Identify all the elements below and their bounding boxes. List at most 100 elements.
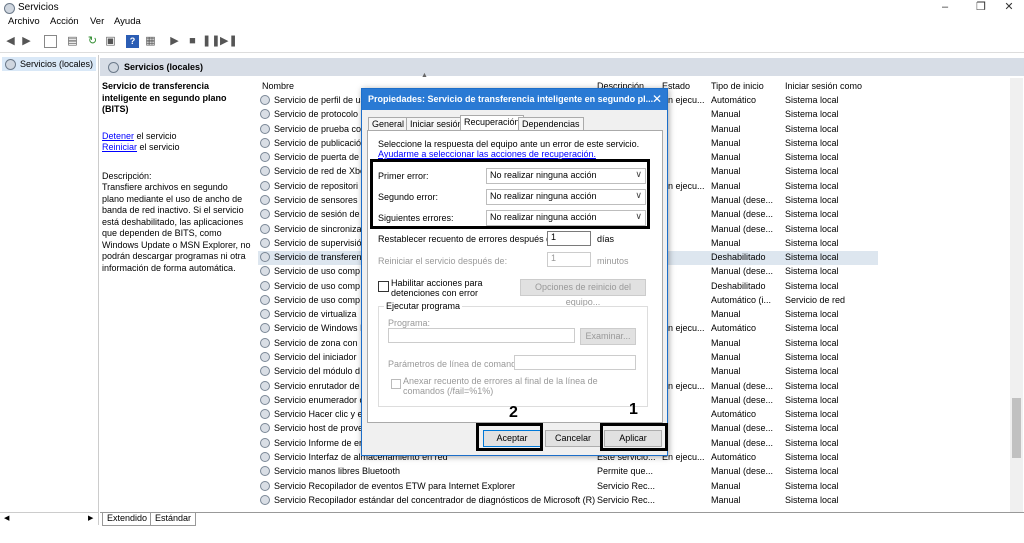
- row-logon: Sistema local: [785, 437, 839, 448]
- program-label: Programa:: [388, 318, 431, 328]
- gear-icon: [108, 62, 119, 73]
- gear-icon: [260, 494, 270, 505]
- row-name: Servicio de red de Xbo: [274, 166, 366, 177]
- restart-after-label: Reiniciar el servicio después de:: [378, 256, 508, 266]
- column-header-logon[interactable]: Iniciar sesión como: [785, 81, 862, 91]
- properties-list-icon[interactable]: ▤: [66, 35, 79, 48]
- minimize-icon[interactable]: –: [930, 0, 960, 16]
- enable-actions-label: Habilitar acciones para detenciones con …: [391, 278, 483, 298]
- back-arrow-icon[interactable]: ◀: [4, 35, 17, 48]
- menu-accion[interactable]: Acción: [50, 16, 79, 27]
- row-status: En ejecu...: [662, 380, 705, 391]
- row-logon: Sistema local: [785, 423, 839, 434]
- gear-icon: [4, 3, 15, 14]
- title-bar: Servicios – ❐ ✕: [0, 0, 1024, 16]
- row-name: Servicio Recopilador estándar del concen…: [274, 494, 596, 505]
- row-startup: Manual: [711, 480, 741, 491]
- gear-icon: [260, 180, 270, 191]
- row-startup: Automático (i...: [711, 294, 772, 305]
- forward-arrow-icon[interactable]: ▶: [20, 35, 33, 48]
- help-icon[interactable]: ?: [126, 35, 139, 48]
- cancel-button[interactable]: Cancelar: [545, 430, 601, 447]
- row-name: Servicio de uso comp: [274, 294, 361, 305]
- row-startup: Manual: [711, 366, 741, 377]
- row-logon: Servicio de red: [785, 294, 846, 305]
- row-logon: Sistema local: [785, 223, 839, 234]
- details-view-icon[interactable]: ▦: [144, 35, 157, 48]
- row-startup: Manual: [711, 123, 741, 134]
- row-name: Servicio enumerador c: [274, 394, 365, 405]
- row-name: Servicio de sensores: [274, 194, 358, 205]
- gear-icon: [260, 437, 270, 448]
- run-program-legend: Ejecutar programa: [384, 301, 463, 311]
- restart-icon[interactable]: ▶❚: [220, 35, 238, 48]
- scroll-right-icon[interactable]: ▶: [88, 514, 93, 522]
- toolbar: ◀ ▶ ▤ ↻ ▣ ? ▦ ▶ ■ ❚❚ ▶❚: [0, 31, 1024, 53]
- row-name: Servicio de zona con: [274, 337, 358, 348]
- restart-unit: minutos: [597, 256, 629, 266]
- restart-minutes-input[interactable]: 1: [547, 252, 591, 267]
- tree-item-services[interactable]: Servicios (locales): [2, 57, 96, 71]
- row-logon: Sistema local: [785, 352, 839, 363]
- tab-dependencias[interactable]: Dependencias: [518, 117, 584, 131]
- export-icon[interactable]: ▣: [104, 35, 117, 48]
- scroll-left-icon[interactable]: ◀: [4, 514, 9, 522]
- row-name: Servicio manos libres Bluetooth: [274, 466, 401, 477]
- stop-service-link[interactable]: Detener: [102, 131, 134, 141]
- gear-icon: [260, 480, 270, 491]
- row-logon: Sistema local: [785, 409, 839, 420]
- gear-icon: [260, 309, 270, 320]
- browse-button[interactable]: Examinar...: [580, 328, 636, 345]
- scroll-thumb[interactable]: [1012, 398, 1021, 458]
- menu-archivo[interactable]: Archivo: [8, 16, 40, 27]
- column-header-name[interactable]: Nombre: [262, 81, 294, 91]
- table-row[interactable]: Servicio Recopilador de eventos ETW para…: [258, 480, 878, 494]
- console-tree-icon[interactable]: [44, 35, 57, 48]
- row-logon: Sistema local: [785, 266, 839, 277]
- row-status: En ejecu...: [662, 180, 705, 191]
- gear-icon: [260, 237, 270, 248]
- tab-recuperacion[interactable]: Recuperación: [460, 115, 524, 131]
- annotation-ok-button: [476, 423, 543, 451]
- program-input[interactable]: [388, 328, 575, 343]
- row-logon: Sistema local: [785, 480, 839, 491]
- play-icon[interactable]: ▶: [168, 35, 181, 48]
- tree-horizontal-scrollbar[interactable]: ◀ ▶: [0, 512, 98, 525]
- close-icon[interactable]: ✕: [652, 92, 662, 106]
- gear-icon: [260, 194, 270, 205]
- enable-actions-checkbox[interactable]: [378, 281, 389, 292]
- row-startup: Manual (dese...: [711, 266, 774, 277]
- help-link[interactable]: Ayudarme a seleccionar las acciones de r…: [378, 149, 596, 159]
- column-header-startup[interactable]: Tipo de inicio: [711, 81, 764, 91]
- maximize-icon[interactable]: ❐: [966, 0, 996, 16]
- annotation-number-1: 1: [629, 401, 638, 418]
- reset-days-input[interactable]: 1: [547, 231, 591, 246]
- row-logon: Sistema local: [785, 280, 839, 291]
- vertical-scrollbar[interactable]: [1010, 78, 1023, 512]
- row-startup: Automático: [711, 323, 757, 334]
- pause-icon[interactable]: ❚❚: [202, 35, 220, 48]
- append-count-label: Anexar recuento de errores al final de l…: [403, 376, 598, 396]
- refresh-icon[interactable]: ↻: [86, 35, 99, 48]
- table-row[interactable]: Servicio manos libres Bluetooth Permite q…: [258, 465, 878, 479]
- tab-iniciar-sesion[interactable]: Iniciar sesión: [406, 117, 467, 131]
- append-count-checkbox[interactable]: [391, 379, 401, 389]
- tab-general[interactable]: General: [368, 117, 409, 131]
- service-title: Servicio de transferencia inteligente en…: [102, 81, 227, 114]
- params-input[interactable]: [514, 355, 636, 370]
- row-startup: Automático: [711, 409, 757, 420]
- menu-ayuda[interactable]: Ayuda: [114, 16, 141, 27]
- description-text: Transfiere archivos en segundo plano med…: [102, 182, 251, 273]
- row-name: Servicio de virtualiza: [274, 309, 357, 320]
- menu-ver[interactable]: Ver: [90, 16, 104, 27]
- bottom-tabs: Extendido Estándar: [100, 512, 1024, 527]
- close-icon[interactable]: ✕: [994, 0, 1024, 16]
- row-startup: Deshabilitado: [711, 280, 766, 291]
- row-startup: Deshabilitado: [711, 252, 766, 263]
- stop-icon[interactable]: ■: [186, 35, 199, 48]
- tab-estandar[interactable]: Estándar: [150, 513, 197, 526]
- restart-options-button[interactable]: Opciones de reinicio del equipo...: [520, 279, 646, 307]
- restart-service-link[interactable]: Reiniciar: [102, 142, 137, 152]
- tab-extendido[interactable]: Extendido: [102, 513, 153, 526]
- table-row[interactable]: Servicio Recopilador estándar del concen…: [258, 494, 878, 508]
